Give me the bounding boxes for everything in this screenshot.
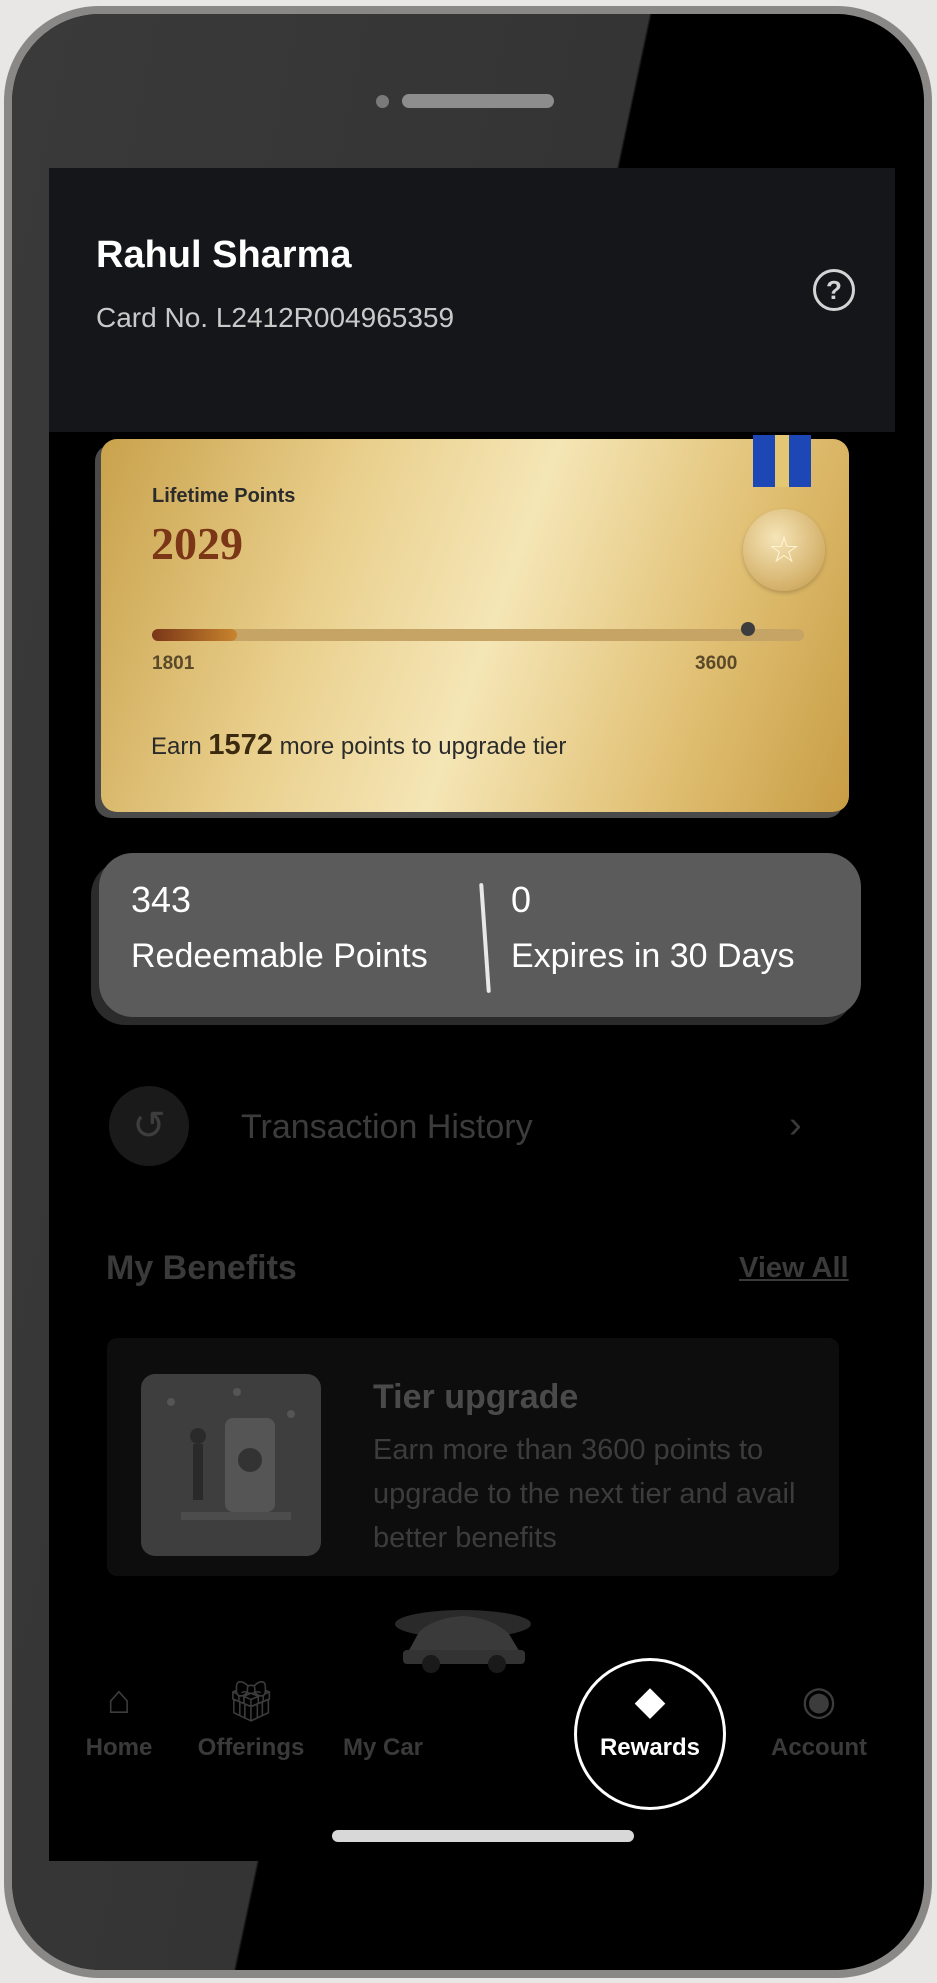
- front-camera: [376, 95, 389, 108]
- car-icon: [313, 1678, 453, 1728]
- phone-frame: Rahul Sharma Card No. L2412R004965359 ? …: [4, 6, 932, 1978]
- progress-max-label: 3600: [695, 653, 738, 674]
- lifetime-points-value: 2029: [151, 518, 243, 569]
- tier-progress-fill: [152, 629, 237, 641]
- redeemable-points-value: 343: [131, 879, 192, 920]
- gift-icon: 🎁︎: [225, 1680, 277, 1724]
- home-indicator[interactable]: [332, 1830, 634, 1842]
- lifetime-points-label: Lifetime Points: [152, 485, 296, 507]
- ribbon-center: [775, 435, 789, 487]
- home-icon: ⌂: [106, 1678, 132, 1722]
- benefits-title: My Benefits: [106, 1249, 297, 1287]
- nav-offerings-label: Offerings: [197, 1734, 305, 1761]
- profile-header: Rahul Sharma Card No. L2412R004965359 ?: [49, 168, 895, 432]
- earn-suffix: more points to upgrade tier: [279, 733, 567, 760]
- nav-rewards-label: Rewards: [599, 1734, 701, 1761]
- redeemable-points-label: Redeemable Points: [131, 937, 428, 975]
- app-screen: Rahul Sharma Card No. L2412R004965359 ? …: [49, 168, 895, 1861]
- user-circle-icon: ◉: [801, 1679, 837, 1723]
- expiring-points-value: 0: [511, 879, 532, 920]
- progress-min-label: 1801: [152, 653, 195, 674]
- nav-rewards[interactable]: ◆ Rewards: [580, 1678, 720, 1762]
- car-illustration: [395, 1610, 531, 1673]
- earpiece-speaker: [402, 94, 554, 108]
- nav-home[interactable]: ⌂ Home: [49, 1678, 189, 1762]
- user-name: Rahul Sharma: [96, 234, 352, 276]
- earn-prefix: Earn: [151, 733, 202, 760]
- tier-progress-track: [152, 629, 804, 641]
- benefit-title: Tier upgrade: [373, 1378, 579, 1416]
- expiring-points-label: Expires in 30 Days: [511, 937, 795, 975]
- nav-offerings[interactable]: 🎁︎ Offerings: [181, 1678, 321, 1762]
- ribbon-right: [789, 435, 811, 487]
- tier-medal-icon: ☆: [743, 509, 825, 591]
- benefit-card[interactable]: Tier upgrade Earn more than 3600 points …: [107, 1338, 839, 1576]
- phone-body: Rahul Sharma Card No. L2412R004965359 ? …: [12, 14, 924, 1970]
- card-number: Card No. L2412R004965359: [96, 302, 455, 333]
- earn-points: 1572: [208, 729, 273, 761]
- nav-home-label: Home: [85, 1734, 153, 1761]
- transaction-history-link[interactable]: Transaction History: [241, 1108, 533, 1147]
- upgrade-hint: Earn 1572 more points to upgrade tier: [151, 729, 566, 762]
- points-summary: 343 Redeemable Points 0 Expires in 30 Da…: [99, 853, 861, 1017]
- ribbon-left: [753, 435, 775, 487]
- chevron-right-icon[interactable]: ›: [789, 1104, 802, 1147]
- view-all-link[interactable]: View All: [739, 1252, 849, 1285]
- phone-person-illustration: [167, 1388, 295, 1520]
- tier-progress-end-dot: [741, 622, 755, 636]
- lifetime-points-card: ☆ Lifetime Points 2029 1801 3600 Earn 15…: [101, 435, 849, 812]
- nav-account[interactable]: ◉ Account: [749, 1678, 889, 1762]
- nav-my-car-label: My Car: [342, 1734, 424, 1761]
- benefit-illustration: [141, 1374, 321, 1556]
- benefit-description: Earn more than 3600 points to upgrade to…: [373, 1434, 796, 1554]
- nav-account-label: Account: [771, 1734, 867, 1761]
- history-icon: ↺: [109, 1086, 189, 1166]
- nav-my-car[interactable]: My Car: [313, 1678, 453, 1762]
- points-divider: [479, 882, 491, 994]
- help-circle-icon[interactable]: ?: [813, 269, 855, 311]
- diamond-icon: ◆: [634, 1679, 666, 1723]
